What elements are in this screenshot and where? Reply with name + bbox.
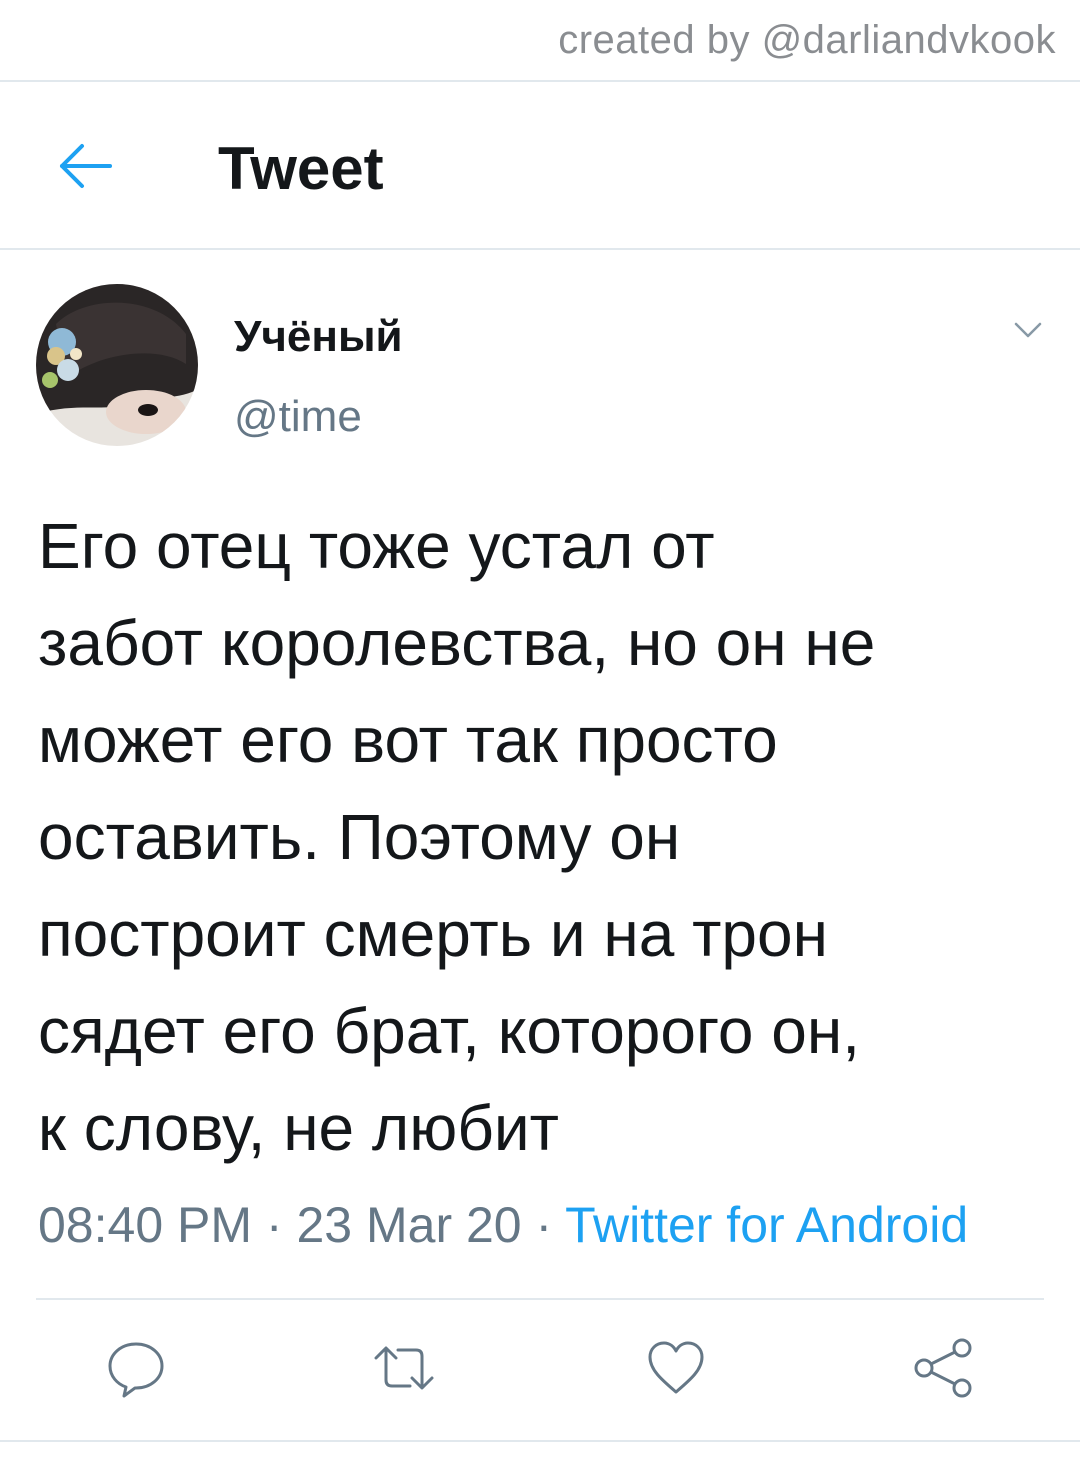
display-name[interactable]: Учёный — [234, 312, 403, 362]
tweet-line: забот королевства, но он не — [38, 607, 876, 679]
tweet-text: Его отец тоже устал от забот королевства… — [38, 498, 1058, 1177]
tweet-date: 23 Mar 20 — [296, 1197, 522, 1253]
share-icon — [914, 1338, 972, 1398]
back-button[interactable] — [56, 138, 116, 194]
meta-separator: · — [535, 1197, 553, 1253]
reply-icon — [108, 1342, 164, 1398]
watermark: created by @darliandvkook — [558, 18, 1056, 62]
arrow-left-icon — [60, 144, 112, 188]
tweet-line: оставить. Поэтому он — [38, 801, 681, 873]
tweet-line: построит смерть и на трон — [38, 898, 828, 970]
tweet-line: Его отец тоже устал от — [38, 510, 715, 582]
tweet-meta: 08:40 PM · 23 Mar 20 · Twitter for Andro… — [38, 1196, 968, 1254]
retweet-icon — [374, 1346, 434, 1390]
avatar[interactable] — [36, 284, 198, 446]
action-divider — [36, 1298, 1044, 1300]
reply-button[interactable] — [104, 1336, 168, 1400]
header-divider — [0, 248, 1080, 250]
chevron-down-icon — [1014, 322, 1042, 338]
tweet-line: к слову, не любит — [38, 1092, 559, 1164]
user-handle[interactable]: @time — [234, 392, 362, 442]
action-bar — [0, 1336, 1080, 1406]
meta-separator: · — [265, 1197, 283, 1253]
tweet-time: 08:40 PM — [38, 1197, 253, 1253]
avatar-photo — [36, 284, 198, 446]
share-button[interactable] — [912, 1336, 976, 1400]
page-title: Tweet — [218, 135, 384, 202]
tweet-source-link[interactable]: Twitter for Android — [565, 1197, 968, 1253]
more-options-button[interactable] — [1008, 310, 1048, 350]
tweet-line: может его вот так просто — [38, 704, 778, 776]
like-button[interactable] — [644, 1336, 708, 1400]
bottom-divider — [0, 1440, 1080, 1442]
tweet-line: сядет его брат, которого он, — [38, 995, 860, 1067]
header: Tweet — [0, 82, 1080, 248]
heart-icon — [648, 1341, 704, 1394]
retweet-button[interactable] — [372, 1336, 436, 1400]
